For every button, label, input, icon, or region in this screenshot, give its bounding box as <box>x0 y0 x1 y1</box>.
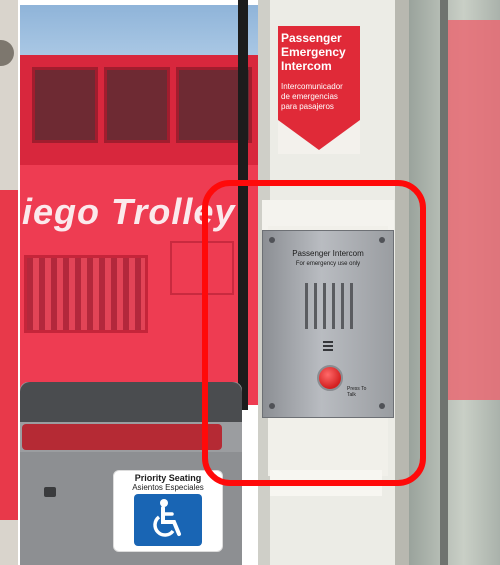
highlight-rectangle <box>202 180 426 486</box>
down-arrow-icon <box>278 120 360 150</box>
sign-title-line: Emergency <box>281 45 346 59</box>
left-fixture <box>0 40 14 66</box>
priority-sign-title: Priority Seating <box>134 473 202 483</box>
sign-spanish-line: de emergencias <box>281 92 338 101</box>
right-door-frame <box>440 0 448 565</box>
left-red-reflection <box>0 190 18 520</box>
seat-cushion <box>22 424 222 450</box>
emergency-intercom-sign: Passenger Emergency Intercom Intercomuni… <box>278 26 360 154</box>
photo-scene: iego Trolley Priority Seating Asientos E… <box>0 0 500 565</box>
sign-spanish-line: Intercomunicador <box>281 82 343 91</box>
bus-vent-grille <box>24 255 148 333</box>
sign-red-panel: Passenger Emergency Intercom Intercomuni… <box>278 26 360 120</box>
priority-seating-sign: Priority Seating Asientos Especiales <box>113 470 223 552</box>
wheelchair-icon <box>134 494 202 546</box>
bus-window <box>104 67 170 143</box>
sky <box>20 5 258 55</box>
right-red-reflection <box>448 20 500 400</box>
bus-window <box>32 67 98 143</box>
sign-title-line: Passenger <box>281 31 342 45</box>
seat-slot <box>44 487 56 497</box>
sign-title-line: Intercom <box>281 59 332 73</box>
priority-sign-subtitle: Asientos Especiales <box>132 483 204 492</box>
sign-spanish-line: para pasajeros <box>281 102 334 111</box>
left-window-edge <box>0 0 18 565</box>
